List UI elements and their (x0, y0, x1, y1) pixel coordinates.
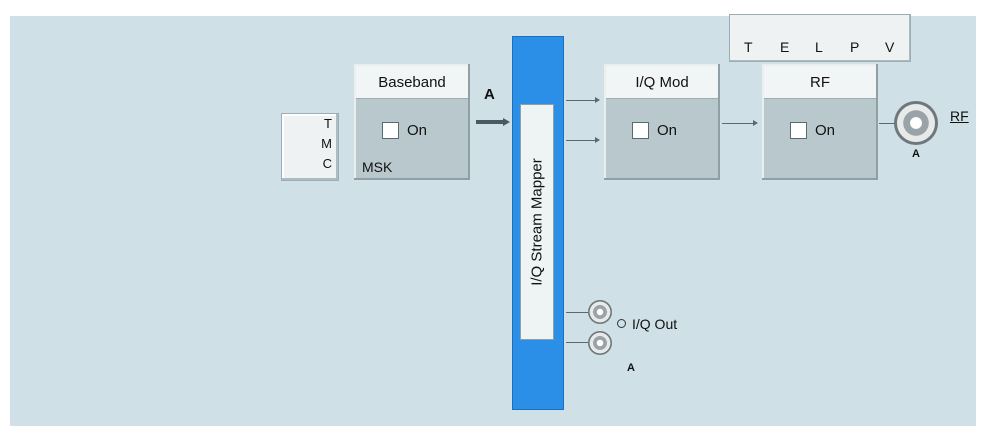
baseband-output-arrow (476, 120, 504, 124)
path-a-label: A (484, 86, 495, 103)
rf-output-link[interactable]: RF (950, 108, 969, 124)
baseband-title: Baseband (378, 73, 446, 91)
status-letter-v: V (885, 39, 895, 55)
mapper-arrowhead-1-icon (595, 97, 600, 103)
baseband-arrowhead-icon (503, 118, 510, 126)
tmc-letter-t: T (324, 116, 332, 131)
baseband-on-label: On (407, 122, 428, 139)
status-letter-e: E (780, 39, 790, 55)
baseband-header-button[interactable]: Baseband (356, 66, 468, 99)
rf-to-connector-line (879, 123, 895, 124)
status-letter-t: T (744, 39, 753, 55)
iq-out-connector-1-icon[interactable] (588, 300, 612, 324)
iqmod-to-rf-arrowhead-icon (753, 120, 758, 126)
iqmod-to-rf-line (722, 123, 754, 124)
baseband-modulation: MSK (362, 159, 393, 175)
iq-out-line-1 (566, 312, 590, 313)
iq-mod-block[interactable]: I/Q Mod On (603, 63, 721, 181)
rf-on-label: On (815, 122, 836, 139)
rf-on-toggle[interactable]: On (790, 122, 835, 139)
rf-on-checkbox[interactable] (790, 122, 807, 139)
mapper-arrowhead-2-icon (595, 137, 600, 143)
status-letter-p: P (850, 39, 860, 55)
iq-out-label[interactable]: I/Q Out (632, 316, 677, 332)
rf-output-connector-icon[interactable] (894, 101, 938, 145)
rf-title: RF (810, 73, 830, 91)
tmc-letter-m: M (321, 136, 332, 151)
iq-stream-mapper-label: I/Q Stream Mapper (528, 158, 546, 286)
iq-mod-header-button[interactable]: I/Q Mod (606, 66, 718, 99)
iq-out-indicator-icon (617, 319, 626, 328)
tmc-button[interactable]: T M C (281, 113, 339, 181)
status-letter-l: L (815, 39, 823, 55)
iq-out-path-label: A (627, 362, 635, 374)
status-indicator-panel[interactable]: T E L P V (729, 14, 911, 62)
baseband-block[interactable]: Baseband On MSK (353, 63, 471, 181)
rf-output-path-label: A (912, 148, 920, 160)
iq-mod-on-toggle[interactable]: On (632, 122, 677, 139)
iq-mod-on-checkbox[interactable] (632, 122, 649, 139)
rf-header-button[interactable]: RF (764, 66, 876, 99)
iq-out-connector-2-icon[interactable] (588, 331, 612, 355)
tmc-letter-c: C (322, 156, 332, 171)
baseband-on-checkbox[interactable] (382, 122, 399, 139)
iq-mod-on-label: On (657, 122, 678, 139)
iq-out-line-2 (566, 342, 590, 343)
mapper-to-iqmod-line-2 (566, 140, 596, 141)
iq-mod-title: I/Q Mod (635, 73, 689, 91)
baseband-on-toggle[interactable]: On (382, 122, 427, 139)
rf-block[interactable]: RF On (761, 63, 879, 181)
mapper-to-iqmod-line-1 (566, 100, 596, 101)
